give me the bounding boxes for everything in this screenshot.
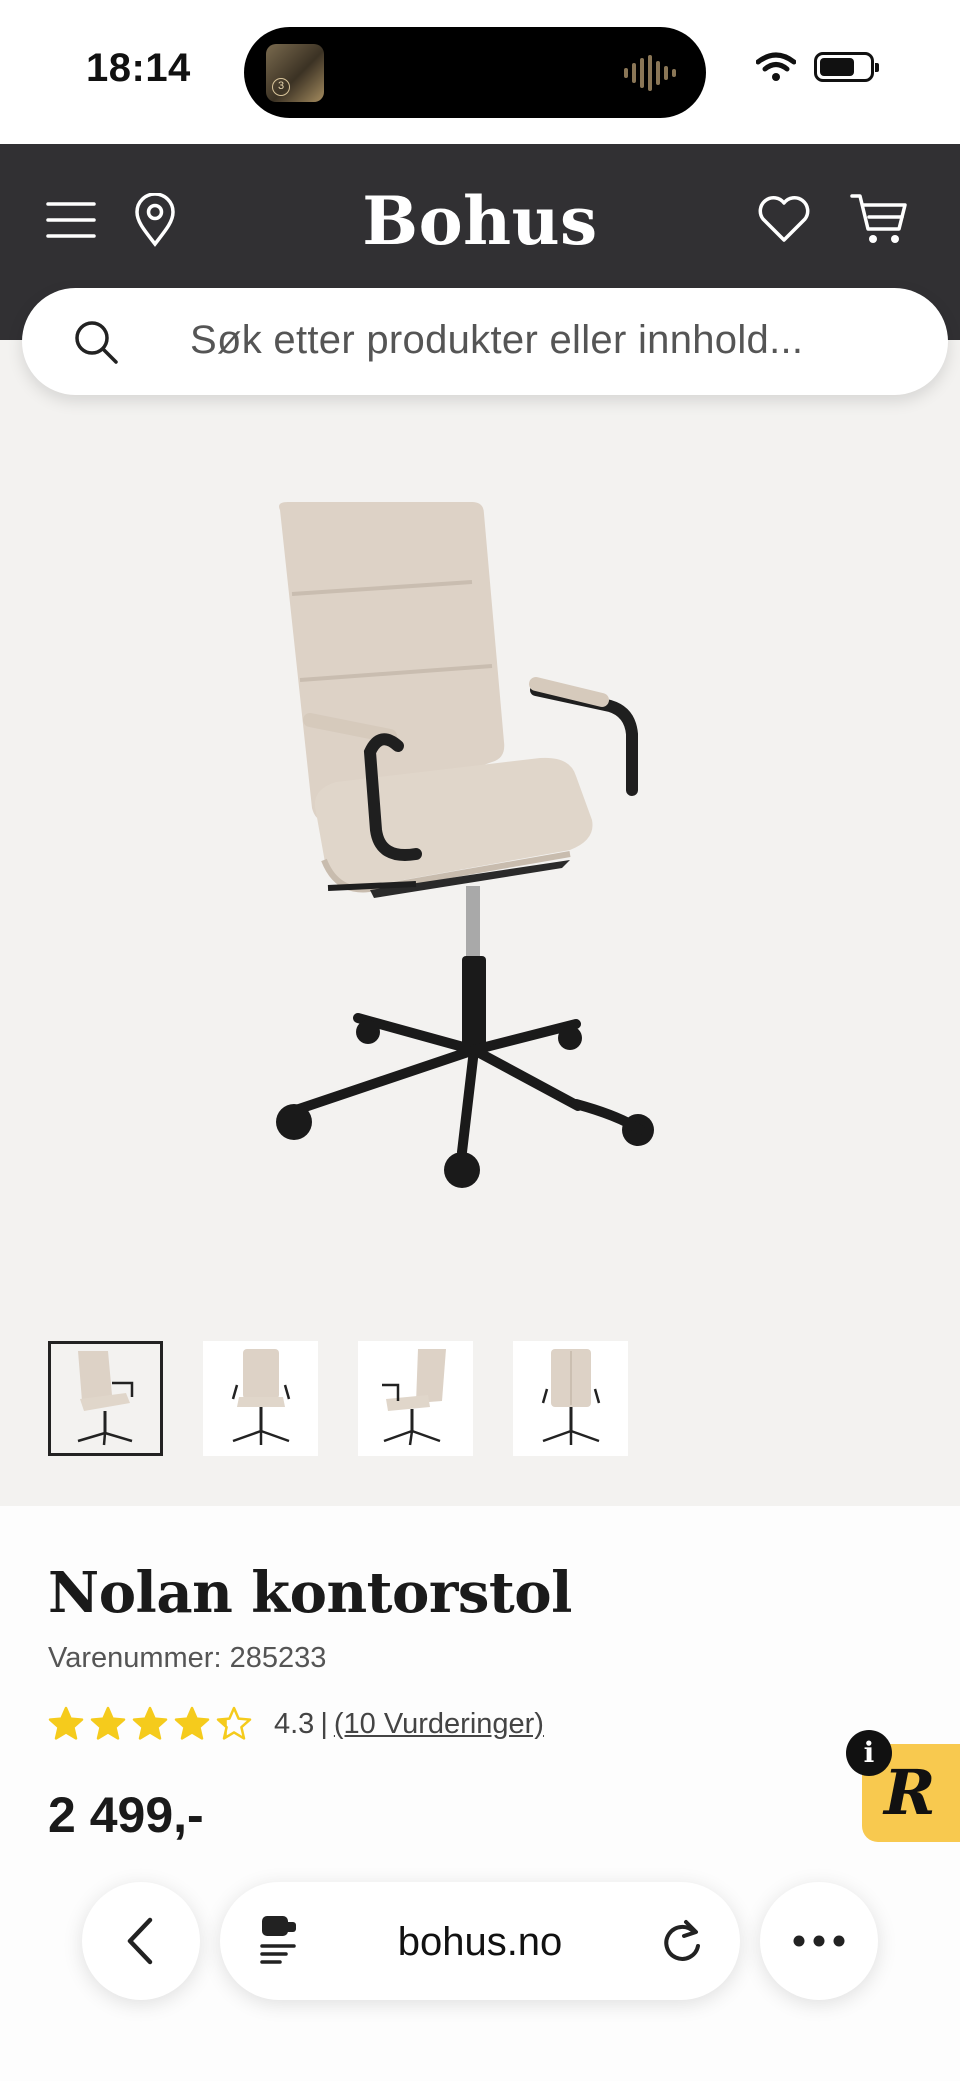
search-icon — [72, 318, 120, 371]
heart-icon[interactable] — [756, 192, 812, 246]
review-widget-logo: R — [884, 1756, 936, 1829]
rating-row: 4.3 | (10 Vurderinger) — [48, 1706, 544, 1742]
star-icon — [132, 1706, 168, 1740]
star-icon — [174, 1706, 210, 1740]
back-button[interactable] — [82, 1882, 200, 2000]
product-image-office-chair[interactable] — [240, 490, 720, 1390]
thumbnail-strip — [48, 1341, 628, 1456]
reload-icon[interactable] — [660, 1918, 704, 1969]
audio-waveform-icon — [624, 55, 676, 91]
brand-logo[interactable]: Bohus — [0, 182, 960, 260]
thumbnail-3[interactable] — [358, 1341, 473, 1456]
reviews-link[interactable]: (10 Vurderinger) — [334, 1708, 544, 1741]
wifi-icon — [756, 52, 796, 81]
thumbnail-1[interactable] — [48, 1341, 163, 1456]
star-icon — [216, 1706, 252, 1740]
status-indicators — [756, 52, 879, 82]
star-icon — [48, 1706, 84, 1740]
search-input[interactable]: Søk etter produkter eller innhold... — [190, 318, 803, 363]
dynamic-island[interactable]: 3 — [244, 27, 706, 118]
star-icon — [90, 1706, 126, 1740]
thumbnail-4[interactable] — [513, 1341, 628, 1456]
product-title: Nolan kontorstol — [48, 1560, 572, 1626]
status-time: 18:14 — [86, 46, 191, 90]
ellipsis-icon — [793, 1935, 845, 1947]
browser-toolbar: bohus.no — [0, 1870, 960, 2081]
status-bar: 18:14 3 — [0, 0, 960, 144]
info-icon[interactable]: i — [846, 1730, 892, 1776]
rating-value: 4.3 — [274, 1707, 315, 1740]
now-playing-artwork: 3 — [266, 44, 324, 102]
thumbnail-2[interactable] — [203, 1341, 318, 1456]
cart-icon[interactable] — [848, 190, 910, 248]
star-rating — [48, 1706, 252, 1742]
chevron-left-icon — [127, 1917, 153, 1965]
product-sku: Varenummer: 285233 — [48, 1642, 327, 1674]
rating-separator: | — [320, 1707, 328, 1740]
product-gallery — [0, 340, 960, 1573]
battery-icon — [814, 52, 879, 82]
product-price: 2 499,- — [48, 1787, 204, 1843]
address-bar[interactable]: bohus.no — [220, 1882, 740, 2000]
search-bar[interactable]: Søk etter produkter eller innhold... — [22, 288, 948, 395]
more-options-button[interactable] — [760, 1882, 878, 2000]
